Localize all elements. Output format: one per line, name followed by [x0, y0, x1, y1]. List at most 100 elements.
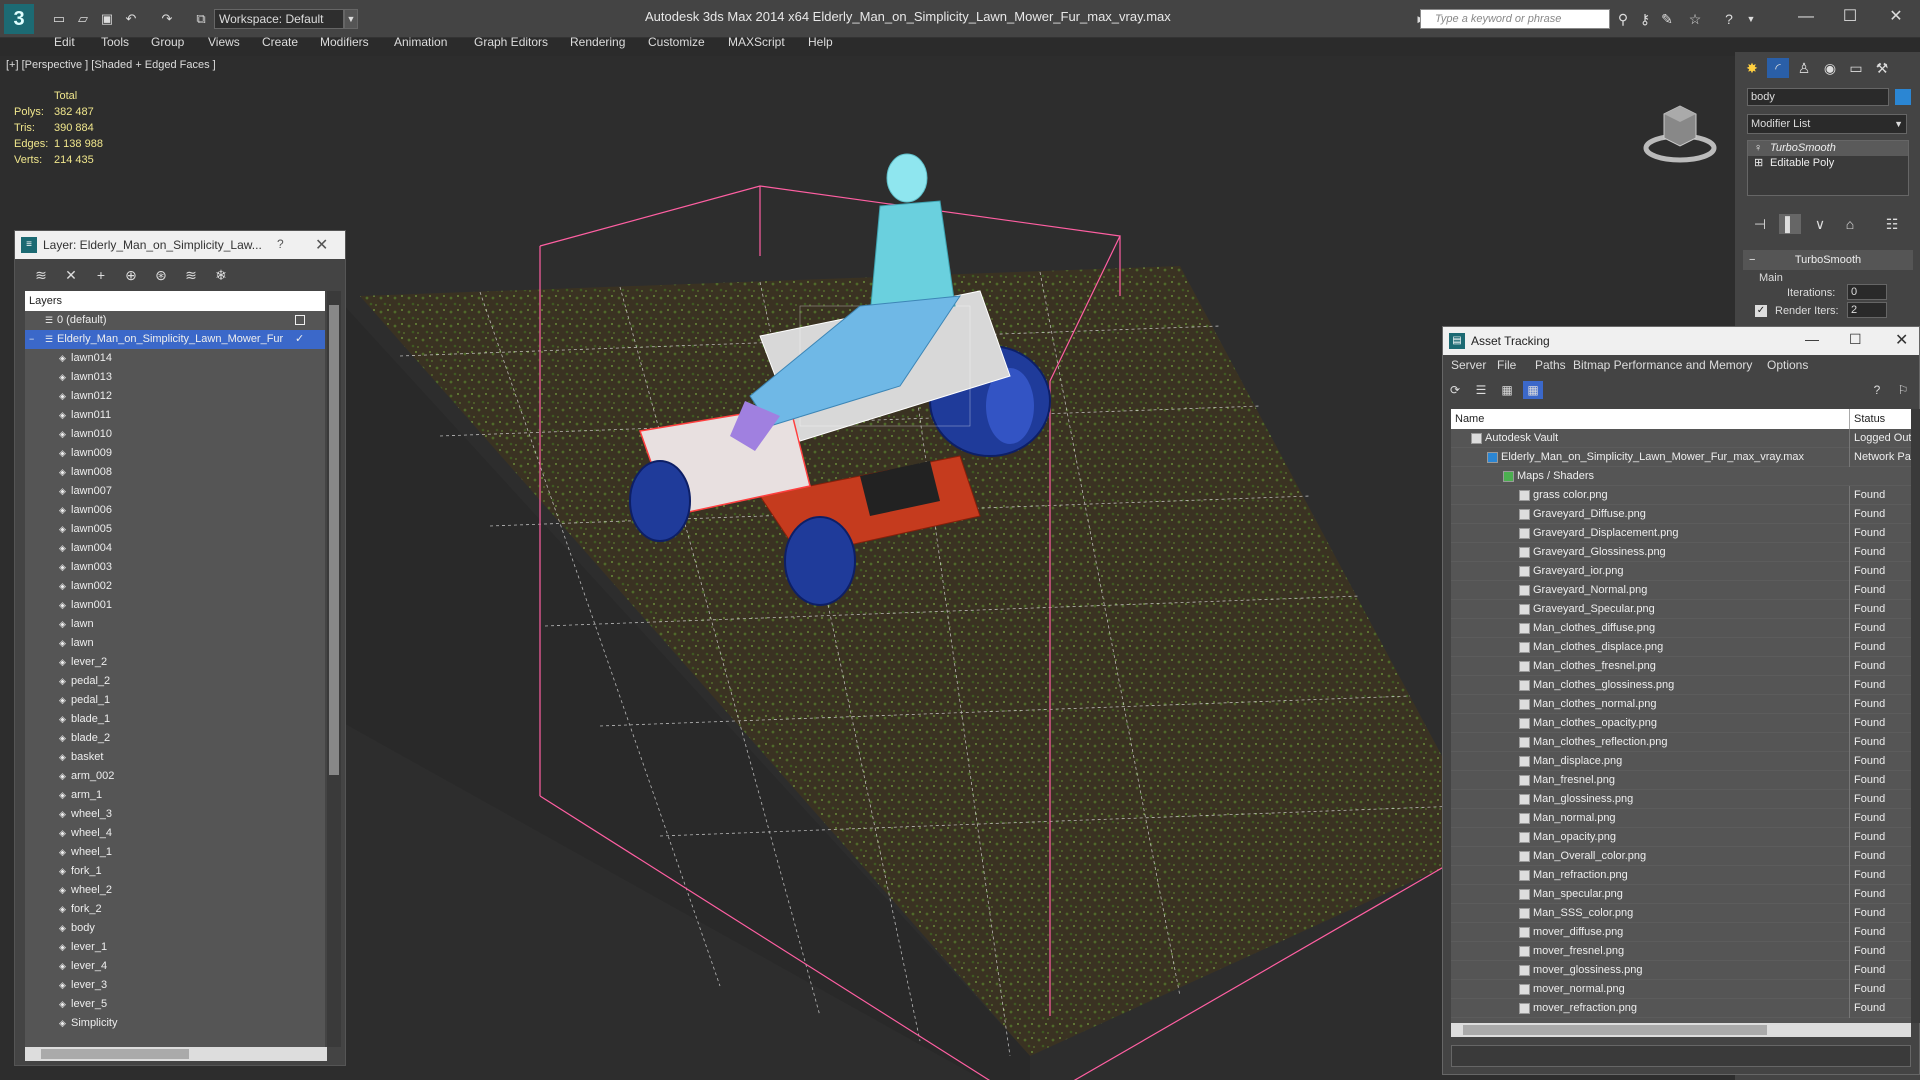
- stack-item-editable-poly[interactable]: ⊞ Editable Poly: [1748, 156, 1908, 171]
- star-icon[interactable]: ☆: [1686, 10, 1704, 28]
- menu-rendering[interactable]: Rendering: [570, 32, 625, 52]
- list-item[interactable]: ◈ lawn011: [25, 406, 325, 425]
- menu-group[interactable]: Group: [151, 32, 184, 52]
- asset-horizontal-scrollbar[interactable]: [1451, 1023, 1911, 1037]
- list-view-icon[interactable]: ☰: [1471, 381, 1491, 399]
- utilities-tab-icon[interactable]: ⚒: [1871, 58, 1893, 78]
- layers-column-header[interactable]: Layers: [25, 291, 325, 311]
- modifier-list-dropdown[interactable]: Modifier List ▼: [1747, 114, 1907, 134]
- list-item[interactable]: ◈ blade_2: [25, 729, 325, 748]
- asset-row-file[interactable]: Elderly_Man_on_Simplicity_Lawn_Mower_Fur…: [1451, 448, 1911, 467]
- list-item[interactable]: ◈ lever_5: [25, 995, 325, 1014]
- iterations-spinner[interactable]: 0: [1847, 284, 1887, 300]
- expand-icon[interactable]: ⊞: [1754, 156, 1763, 171]
- table-row[interactable]: mover_diffuse.png Found: [1451, 923, 1911, 942]
- list-item[interactable]: ◈ fork_1: [25, 862, 325, 881]
- make-unique-icon[interactable]: ∨: [1809, 214, 1831, 234]
- table-row[interactable]: Graveyard_Normal.png Found: [1451, 581, 1911, 600]
- chevron-down-icon[interactable]: ▼: [344, 9, 358, 29]
- menu-maxscript[interactable]: MAXScript: [728, 32, 785, 52]
- asset-tracking-titlebar[interactable]: ▤ Asset Tracking — ☐ ✕: [1443, 327, 1919, 355]
- list-item[interactable]: ◈ basket: [25, 748, 325, 767]
- turbosmooth-rollout[interactable]: − TurboSmooth: [1743, 250, 1913, 270]
- menu-edit[interactable]: Edit: [54, 32, 75, 52]
- menu-customize[interactable]: Customize: [648, 32, 705, 52]
- communication-icon[interactable]: ✎: [1658, 10, 1676, 28]
- open-file-icon[interactable]: ▱: [74, 10, 92, 28]
- minimize-icon[interactable]: —: [1786, 4, 1826, 30]
- menu-animation[interactable]: Animation: [394, 32, 447, 52]
- asset-row-vault[interactable]: Autodesk Vault Logged Out: [1451, 429, 1911, 448]
- list-item[interactable]: ◈ lawn001: [25, 596, 325, 615]
- save-file-icon[interactable]: ▣: [98, 10, 116, 28]
- menu-views[interactable]: Views: [208, 32, 240, 52]
- scroll-thumb[interactable]: [41, 1049, 189, 1059]
- table-row[interactable]: Graveyard_Diffuse.png Found: [1451, 505, 1911, 524]
- column-header-status[interactable]: Status: [1849, 409, 1885, 429]
- display-tab-icon[interactable]: ▭: [1845, 58, 1867, 78]
- asset-menu-file[interactable]: File: [1497, 358, 1516, 372]
- subscription-icon[interactable]: ⚷: [1636, 10, 1654, 28]
- new-layer-icon[interactable]: ≋: [31, 265, 51, 285]
- menu-modifiers[interactable]: Modifiers: [320, 32, 369, 52]
- highlight-layer-icon[interactable]: ⊛: [151, 265, 171, 285]
- list-item[interactable]: ◈ lawn007: [25, 482, 325, 501]
- table-row[interactable]: Graveyard_Specular.png Found: [1451, 600, 1911, 619]
- asset-menu-bitmap-performance[interactable]: Bitmap Performance and Memory: [1573, 358, 1752, 372]
- hierarchy-tab-icon[interactable]: ♙: [1793, 58, 1815, 78]
- list-item[interactable]: ◈ fork_2: [25, 900, 325, 919]
- list-item[interactable]: ◈ lawn006: [25, 501, 325, 520]
- scroll-thumb[interactable]: [329, 305, 339, 775]
- list-item[interactable]: ◈ blade_1: [25, 710, 325, 729]
- current-layer-checkbox[interactable]: [295, 315, 305, 325]
- list-item[interactable]: ◈ lever_4: [25, 957, 325, 976]
- table-row[interactable]: Man_SSS_color.png Found: [1451, 904, 1911, 923]
- table-row[interactable]: grass color.png Found: [1451, 486, 1911, 505]
- table-row[interactable]: Man_Overall_color.png Found: [1451, 847, 1911, 866]
- column-header-name[interactable]: Name: [1455, 409, 1484, 429]
- viewport-label[interactable]: [+] [Perspective ] [Shaded + Edged Faces…: [6, 59, 216, 71]
- scroll-thumb[interactable]: [1463, 1025, 1767, 1035]
- list-item[interactable]: ◈ lawn004: [25, 539, 325, 558]
- list-item[interactable]: ◈ lawn009: [25, 444, 325, 463]
- thumbnail-view-icon[interactable]: ▦: [1497, 381, 1517, 399]
- list-item[interactable]: ◈ arm_002: [25, 767, 325, 786]
- new-file-icon[interactable]: ▭: [50, 10, 68, 28]
- create-tab-icon[interactable]: ✸: [1741, 58, 1763, 78]
- collapse-icon[interactable]: −: [29, 330, 34, 349]
- table-row[interactable]: mover_glossiness.png Found: [1451, 961, 1911, 980]
- menu-create[interactable]: Create: [262, 32, 298, 52]
- select-objects-icon[interactable]: ⊕: [121, 265, 141, 285]
- close-icon[interactable]: ✕: [1876, 4, 1916, 30]
- table-row[interactable]: Man_refraction.png Found: [1451, 866, 1911, 885]
- remove-modifier-icon[interactable]: ⌂: [1839, 214, 1861, 234]
- minimize-icon[interactable]: —: [1805, 331, 1819, 347]
- object-name-field[interactable]: body: [1747, 88, 1889, 106]
- close-icon[interactable]: ✕: [1895, 330, 1908, 350]
- list-item[interactable]: ◈ wheel_4: [25, 824, 325, 843]
- list-item[interactable]: ◈ arm_1: [25, 786, 325, 805]
- table-row[interactable]: mover_normal.png Found: [1451, 980, 1911, 999]
- list-item[interactable]: ◈ pedal_1: [25, 691, 325, 710]
- asset-table[interactable]: Name Status Autodesk Vault Logged Out Eld…: [1451, 409, 1911, 1023]
- maximize-icon[interactable]: ☐: [1830, 4, 1870, 30]
- layer-help-button[interactable]: ?: [277, 237, 284, 251]
- asset-menu-server[interactable]: Server: [1451, 358, 1486, 372]
- table-row[interactable]: Man_clothes_normal.png Found: [1451, 695, 1911, 714]
- list-item[interactable]: ◈ lawn: [25, 615, 325, 634]
- table-row[interactable]: Graveyard_Glossiness.png Found: [1451, 543, 1911, 562]
- stack-item-turbosmooth[interactable]: ♀ TurboSmooth: [1748, 141, 1908, 156]
- layers-list[interactable]: Layers ☰ 0 (default) − ☰ Elderly_Man_on_…: [25, 291, 325, 1047]
- modify-tab-icon[interactable]: ◜: [1767, 58, 1789, 78]
- table-row[interactable]: Man_clothes_diffuse.png Found: [1451, 619, 1911, 638]
- freeze-all-icon[interactable]: ❄: [211, 265, 231, 285]
- table-view-icon[interactable]: ▦: [1523, 381, 1543, 399]
- layers-horizontal-scrollbar[interactable]: [25, 1047, 327, 1061]
- list-item[interactable]: ◈ lawn002: [25, 577, 325, 596]
- chevron-down-icon[interactable]: ▼: [1742, 10, 1760, 28]
- show-end-result-icon[interactable]: ▌: [1779, 214, 1801, 234]
- list-item[interactable]: ◈ lawn014: [25, 349, 325, 368]
- redo-icon[interactable]: ↷: [158, 10, 176, 28]
- table-row[interactable]: Graveyard_ior.png Found: [1451, 562, 1911, 581]
- table-row[interactable]: mover_refraction.png Found: [1451, 999, 1911, 1018]
